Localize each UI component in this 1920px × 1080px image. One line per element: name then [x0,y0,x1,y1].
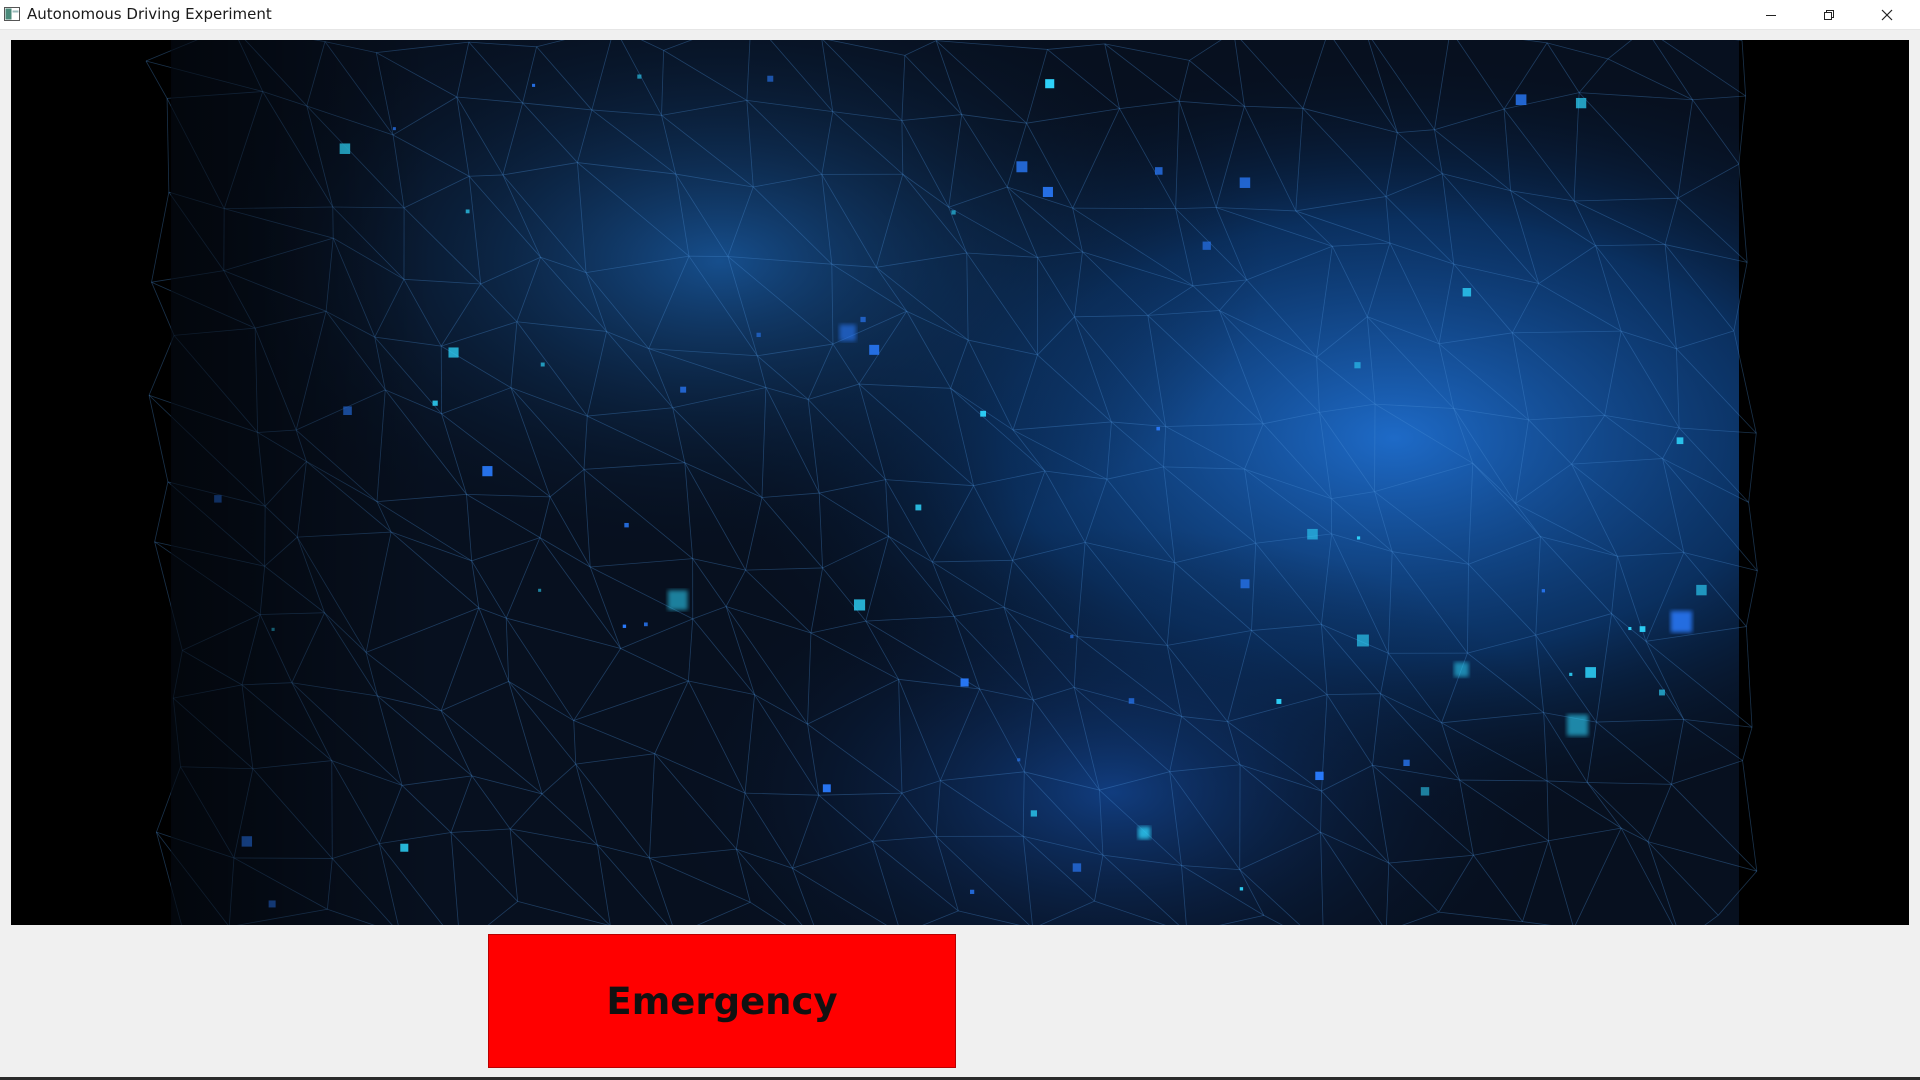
close-icon [1881,9,1893,20]
video-frame [145,40,1758,925]
abstract-network-background [11,40,1909,925]
app-window-icon [4,6,20,22]
window-title: Autonomous Driving Experiment [27,5,272,23]
emergency-button[interactable]: Emergency [488,934,956,1068]
window-title-bar: Autonomous Driving Experiment [0,0,1920,30]
minimize-icon [1766,14,1776,16]
restore-button[interactable] [1800,0,1858,29]
minimize-button[interactable] [1742,0,1800,29]
video-display [11,40,1909,925]
restore-icon [1824,9,1834,20]
close-button[interactable] [1858,0,1916,29]
